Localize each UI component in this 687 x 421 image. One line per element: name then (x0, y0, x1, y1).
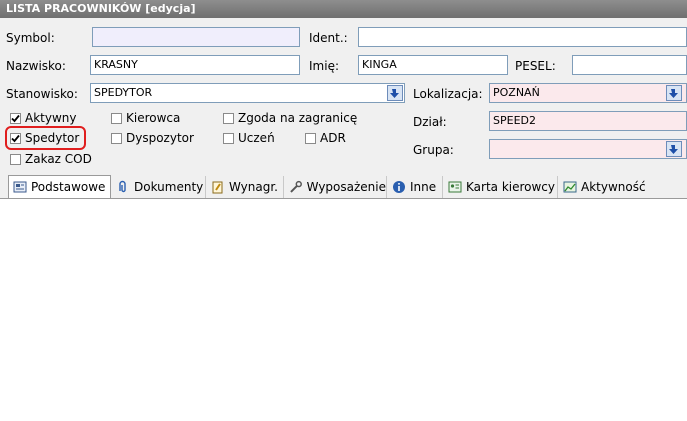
stanowisko-dropdown-button[interactable] (387, 85, 403, 101)
ident-label: Ident.: (309, 31, 348, 45)
checkbox-box[interactable] (10, 112, 21, 124)
checkbox-label: Dyspozytor (126, 131, 194, 145)
lokalizacja-value: POZNAŃ (493, 86, 540, 99)
check-icon (11, 114, 20, 122)
nazwisko-input[interactable]: KRASNY (90, 55, 300, 75)
imie-input[interactable]: KINGA (358, 55, 508, 75)
checkbox-box[interactable] (305, 132, 316, 144)
lokalizacja-select[interactable]: POZNAŃ (489, 83, 687, 103)
checkbox-box[interactable] (111, 132, 122, 144)
paperclip-icon (119, 180, 126, 193)
checkbox-box[interactable] (111, 112, 122, 124)
tab-label: Dokumenty (134, 180, 204, 194)
tab-inne[interactable]: Inne (388, 176, 443, 198)
pesel-input[interactable] (572, 55, 687, 75)
checkbox-zgoda-na-zagranice[interactable]: Zgoda na zagranicę (223, 111, 357, 125)
tab-wynagr[interactable]: Wynagr. (207, 176, 284, 198)
chart-window-icon (563, 181, 577, 193)
checkbox-label: Uczeń (238, 131, 275, 145)
grupa-dropdown-button[interactable] (666, 141, 682, 157)
dropdown-arrow-icon (669, 89, 678, 98)
tab-label: Wynagr. (229, 180, 278, 194)
grupa-label: Grupa: (413, 143, 454, 157)
checkbox-uczen[interactable]: Uczeń (223, 131, 275, 145)
tab-label: Inne (410, 180, 437, 194)
money-icon (212, 181, 223, 194)
ident-input[interactable] (358, 27, 687, 47)
nazwisko-label: Nazwisko: (6, 59, 66, 73)
checkbox-label: ADR (320, 131, 346, 145)
checkbox-label: Zakaz COD (25, 152, 92, 166)
tab-aktywnosc[interactable]: Aktywność (559, 176, 649, 198)
lokalizacja-label: Lokalizacja: (413, 87, 483, 101)
pesel-label: PESEL: (515, 59, 556, 73)
lokalizacja-dropdown-button[interactable] (666, 85, 682, 101)
window-title: LISTA PRACOWNIKÓW [edycja] (0, 0, 687, 18)
checkbox-adr[interactable]: ADR (305, 131, 346, 145)
symbol-input[interactable] (92, 27, 300, 47)
imie-label: Imię: (309, 59, 339, 73)
checkbox-aktywny[interactable]: Aktywny (10, 111, 77, 125)
stanowisko-value: SPEDYTOR (94, 86, 153, 99)
symbol-label: Symbol: (6, 31, 55, 45)
tab-label: Aktywność (581, 180, 646, 194)
checkbox-zakaz-cod[interactable]: Zakaz COD (10, 152, 92, 166)
checkbox-label: Kierowca (126, 111, 181, 125)
tab-label: Podstawowe (31, 180, 106, 194)
info-icon (393, 181, 405, 193)
dzial-label: Dział: (413, 115, 447, 129)
tab-dokumenty[interactable]: Dokumenty (112, 176, 206, 198)
tab-wyposazenie[interactable]: Wyposażenie (285, 176, 387, 198)
checkbox-label: Aktywny (25, 111, 77, 125)
checkbox-dyspozytor[interactable]: Dyspozytor (111, 131, 194, 145)
stanowisko-label: Stanowisko: (6, 87, 78, 101)
highlight-annotation (5, 126, 86, 150)
stanowisko-select[interactable]: SPEDYTOR (90, 83, 405, 103)
wrench-icon (290, 180, 302, 193)
tab-label: Wyposażenie (306, 180, 386, 194)
checkbox-kierowca[interactable]: Kierowca (111, 111, 180, 125)
checkbox-label: Zgoda na zagranicę (238, 111, 358, 125)
dropdown-arrow-icon (390, 89, 399, 98)
tab-podstawowe[interactable]: Podstawowe (8, 175, 111, 198)
tab-bar: Podstawowe Dokumenty Wynagr. Wyposażenie… (8, 175, 687, 198)
form-icon (13, 181, 27, 193)
tab-label: Karta kierowcy (466, 180, 556, 194)
tab-karta-kierowcy[interactable]: Karta kierowcy (444, 176, 558, 198)
checkbox-box[interactable] (223, 112, 234, 124)
checkbox-box[interactable] (10, 153, 21, 165)
id-card-icon (448, 181, 462, 193)
tab-content-panel (0, 198, 687, 421)
grupa-select[interactable] (489, 139, 687, 159)
dropdown-arrow-icon (669, 145, 678, 154)
checkbox-box[interactable] (223, 132, 234, 144)
dzial-input[interactable]: SPEED2 (489, 111, 687, 131)
